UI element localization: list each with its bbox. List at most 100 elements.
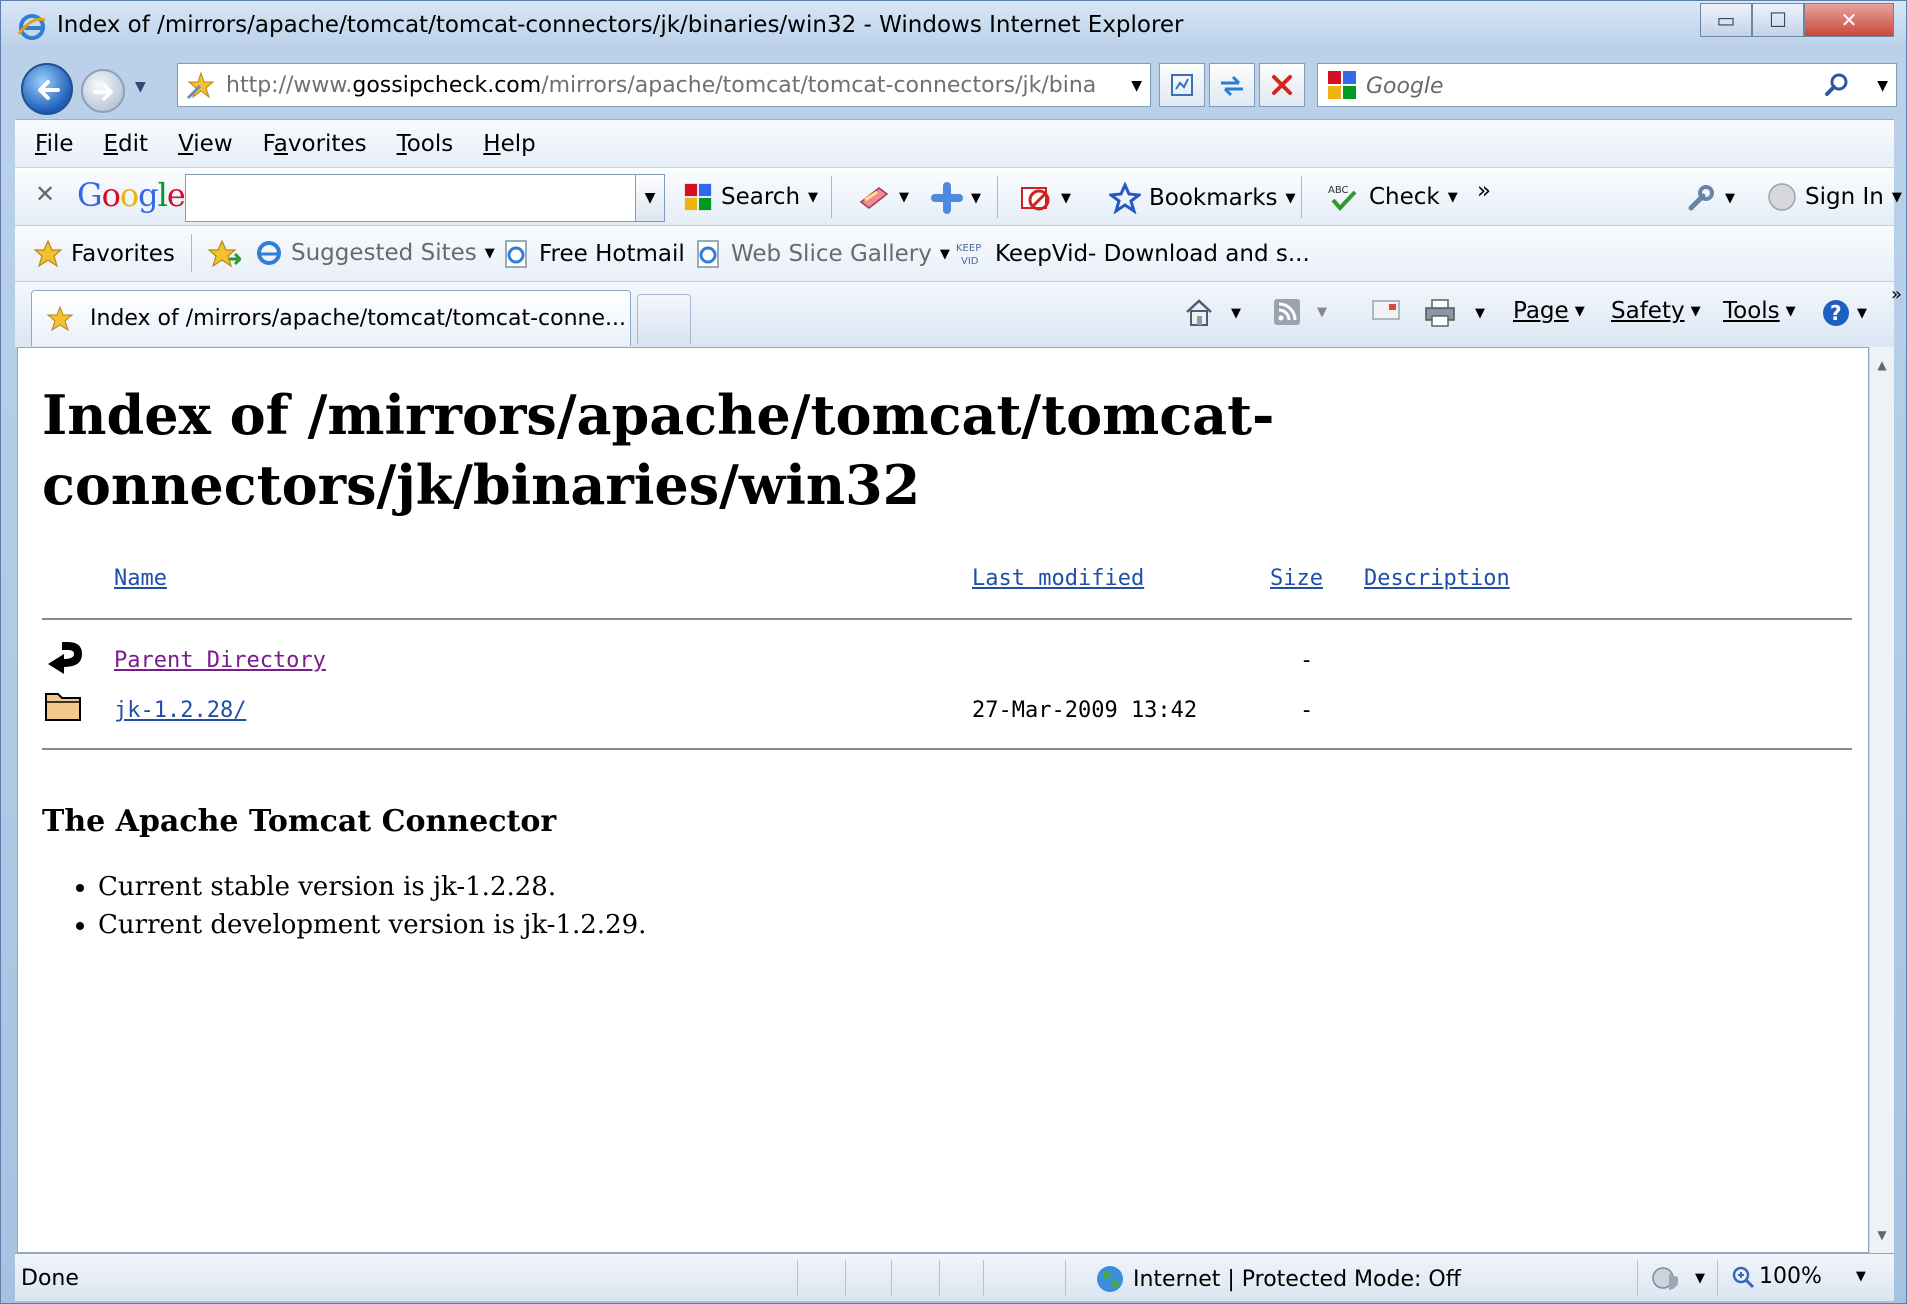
favorites-separator bbox=[191, 234, 192, 272]
menu-edit[interactable]: Edit bbox=[104, 131, 149, 157]
address-dropdown-icon[interactable]: ▼ bbox=[1131, 78, 1142, 94]
printer-icon bbox=[1425, 299, 1455, 327]
column-header-last-modified[interactable]: Last modified bbox=[972, 566, 1144, 591]
add-favorite-icon bbox=[207, 239, 241, 268]
highlighter-icon bbox=[859, 187, 889, 209]
web-slice-gallery-link[interactable]: Web Slice Gallery ▼ bbox=[695, 239, 950, 269]
svg-text:KEEP: KEEP bbox=[956, 243, 981, 254]
table-row: Parent Directory - bbox=[42, 634, 1852, 682]
google-toolbar: ✕ Google ▼ Search ▼ ▼ ▼ ▼ Bookmarks ▼ AB… bbox=[15, 167, 1902, 225]
add-to-favorites-bar-button[interactable] bbox=[207, 239, 241, 269]
feeds-button[interactable]: ▼ bbox=[1273, 298, 1327, 326]
bookmarks-button[interactable]: Bookmarks ▼ bbox=[1109, 182, 1296, 214]
refresh-button[interactable] bbox=[1209, 63, 1255, 107]
close-window-button[interactable]: ✕ bbox=[1804, 3, 1894, 37]
add-button[interactable]: ▼ bbox=[931, 182, 981, 214]
chevron-down-icon: ▼ bbox=[1285, 190, 1296, 206]
row-size: - bbox=[1300, 648, 1314, 673]
web-slice-gallery-label: Web Slice Gallery bbox=[731, 241, 932, 267]
search-input[interactable]: Google bbox=[1366, 74, 1444, 99]
tab-row: Index of /mirrors/apache/tomcat/tomcat-c… bbox=[15, 281, 1902, 347]
menu-view[interactable]: View bbox=[178, 131, 233, 157]
favorites-bar: Favorites Suggested Sites ▼ Free Hotmail bbox=[15, 225, 1894, 281]
column-header-description[interactable]: Description bbox=[1364, 566, 1510, 591]
favorites-button[interactable]: Favorites bbox=[33, 239, 175, 269]
toolbar-more-button[interactable]: » bbox=[1477, 178, 1491, 204]
tab-label: Index of /mirrors/apache/tomcat/tomcat-c… bbox=[90, 306, 626, 331]
command-bar-more-button[interactable]: » bbox=[1891, 284, 1902, 305]
home-button[interactable]: ▼ bbox=[1183, 298, 1241, 328]
chevron-down-icon: ▼ bbox=[1447, 189, 1458, 205]
protected-mode-button[interactable]: ▼ bbox=[1651, 1264, 1705, 1292]
window-controls: ▭ ☐ ✕ bbox=[1700, 3, 1894, 37]
google-search-icon bbox=[684, 183, 712, 211]
chevron-down-icon: ▼ bbox=[1061, 190, 1071, 206]
ie-page-icon bbox=[697, 240, 719, 268]
menu-help[interactable]: Help bbox=[483, 131, 535, 157]
keepvid-link[interactable]: KEEP VID KeepVid- Download and s... bbox=[955, 239, 1310, 269]
forward-button[interactable] bbox=[81, 69, 125, 113]
recent-pages-dropdown[interactable]: ▼ bbox=[135, 79, 146, 95]
help-button[interactable]: ? ▼ bbox=[1821, 298, 1867, 328]
suggested-sites-link[interactable]: Suggested Sites ▼ bbox=[255, 239, 495, 267]
toolbar-separator bbox=[831, 176, 832, 218]
safety-menu-button[interactable]: Safety ▼ bbox=[1611, 298, 1701, 324]
address-url[interactable]: http://www.gossipcheck.com/mirrors/apach… bbox=[226, 73, 1096, 98]
stop-button[interactable] bbox=[1259, 63, 1305, 107]
google-toolbar-search-input[interactable] bbox=[185, 174, 655, 222]
menu-favorites[interactable]: Favorites bbox=[263, 131, 367, 157]
chevron-down-icon: ▼ bbox=[1891, 189, 1902, 205]
zoom-level-button[interactable]: 100% ▼ bbox=[1731, 1264, 1866, 1289]
read-mail-button[interactable] bbox=[1371, 298, 1401, 322]
tools-menu-button[interactable]: Tools ▼ bbox=[1723, 298, 1796, 324]
chevron-down-icon: ▼ bbox=[1785, 303, 1796, 319]
free-hotmail-link[interactable]: Free Hotmail bbox=[503, 239, 685, 269]
column-header-name[interactable]: Name bbox=[114, 566, 167, 591]
sign-in-button[interactable]: Sign In ▼ bbox=[1767, 182, 1902, 212]
user-avatar-icon bbox=[1768, 183, 1796, 211]
free-hotmail-label: Free Hotmail bbox=[539, 241, 685, 267]
zoom-level-label: 100% bbox=[1759, 1264, 1822, 1289]
forward-arrow-icon bbox=[93, 83, 113, 101]
compatibility-view-button[interactable] bbox=[1159, 63, 1205, 107]
favorites-star-icon bbox=[33, 239, 63, 268]
search-icon[interactable] bbox=[1822, 70, 1852, 100]
plus-icon bbox=[931, 182, 963, 214]
highlighter-button[interactable]: ▼ bbox=[857, 182, 909, 212]
search-box[interactable]: Google ▼ bbox=[1317, 63, 1897, 107]
scroll-up-icon[interactable]: ▲ bbox=[1870, 353, 1894, 377]
column-header-size[interactable]: Size bbox=[1270, 566, 1323, 591]
back-button[interactable] bbox=[21, 63, 73, 115]
favorites-label: Favorites bbox=[71, 241, 175, 267]
table-row: jk-1.2.28/ 27-Mar-2009 13:42 - bbox=[42, 684, 1852, 732]
parent-directory-link[interactable]: Parent Directory bbox=[114, 648, 326, 673]
maximize-button[interactable]: ☐ bbox=[1752, 3, 1804, 37]
jk-1-2-28-folder-link[interactable]: jk-1.2.28/ bbox=[114, 698, 246, 723]
page-menu-button[interactable]: Page ▼ bbox=[1513, 298, 1585, 324]
menu-bar: File Edit View Favorites Tools Help bbox=[15, 119, 1894, 167]
spell-check-button[interactable]: ABC Check ▼ bbox=[1327, 182, 1458, 212]
search-options-dropdown[interactable]: ▼ bbox=[1877, 78, 1888, 94]
google-toolbar-history-dropdown[interactable]: ▼ bbox=[635, 174, 665, 222]
google-search-button[interactable]: Search ▼ bbox=[683, 182, 818, 212]
print-button[interactable]: ▼ bbox=[1423, 298, 1485, 328]
address-bar[interactable]: http://www.gossipcheck.com/mirrors/apach… bbox=[177, 63, 1151, 107]
tab-index-page[interactable]: Index of /mirrors/apache/tomcat/tomcat-c… bbox=[31, 290, 631, 346]
menu-tools[interactable]: Tools bbox=[397, 131, 454, 157]
chevron-down-icon: ▼ bbox=[939, 246, 950, 262]
vertical-scrollbar[interactable]: ▲ ▼ bbox=[1869, 347, 1894, 1253]
new-tab-button[interactable] bbox=[637, 294, 691, 344]
status-divider bbox=[939, 1260, 940, 1296]
toolbar-close-icon[interactable]: ✕ bbox=[35, 180, 55, 208]
google-search-label: Search bbox=[721, 184, 801, 210]
page-title: Index of /mirrors/apache/tomcat/tomcat-c… bbox=[42, 383, 1275, 517]
security-zone[interactable]: Internet | Protected Mode: Off bbox=[1095, 1264, 1461, 1294]
scroll-down-icon[interactable]: ▼ bbox=[1870, 1223, 1894, 1247]
popup-blocker-icon bbox=[1021, 187, 1050, 211]
check-label: Check bbox=[1369, 184, 1440, 210]
sign-in-label: Sign In bbox=[1805, 184, 1884, 210]
menu-file[interactable]: File bbox=[35, 131, 74, 157]
minimize-button[interactable]: ▭ bbox=[1700, 3, 1752, 37]
toolbar-settings-button[interactable]: ▼ bbox=[1685, 182, 1735, 214]
popup-blocker-button[interactable]: ▼ bbox=[1019, 182, 1071, 214]
